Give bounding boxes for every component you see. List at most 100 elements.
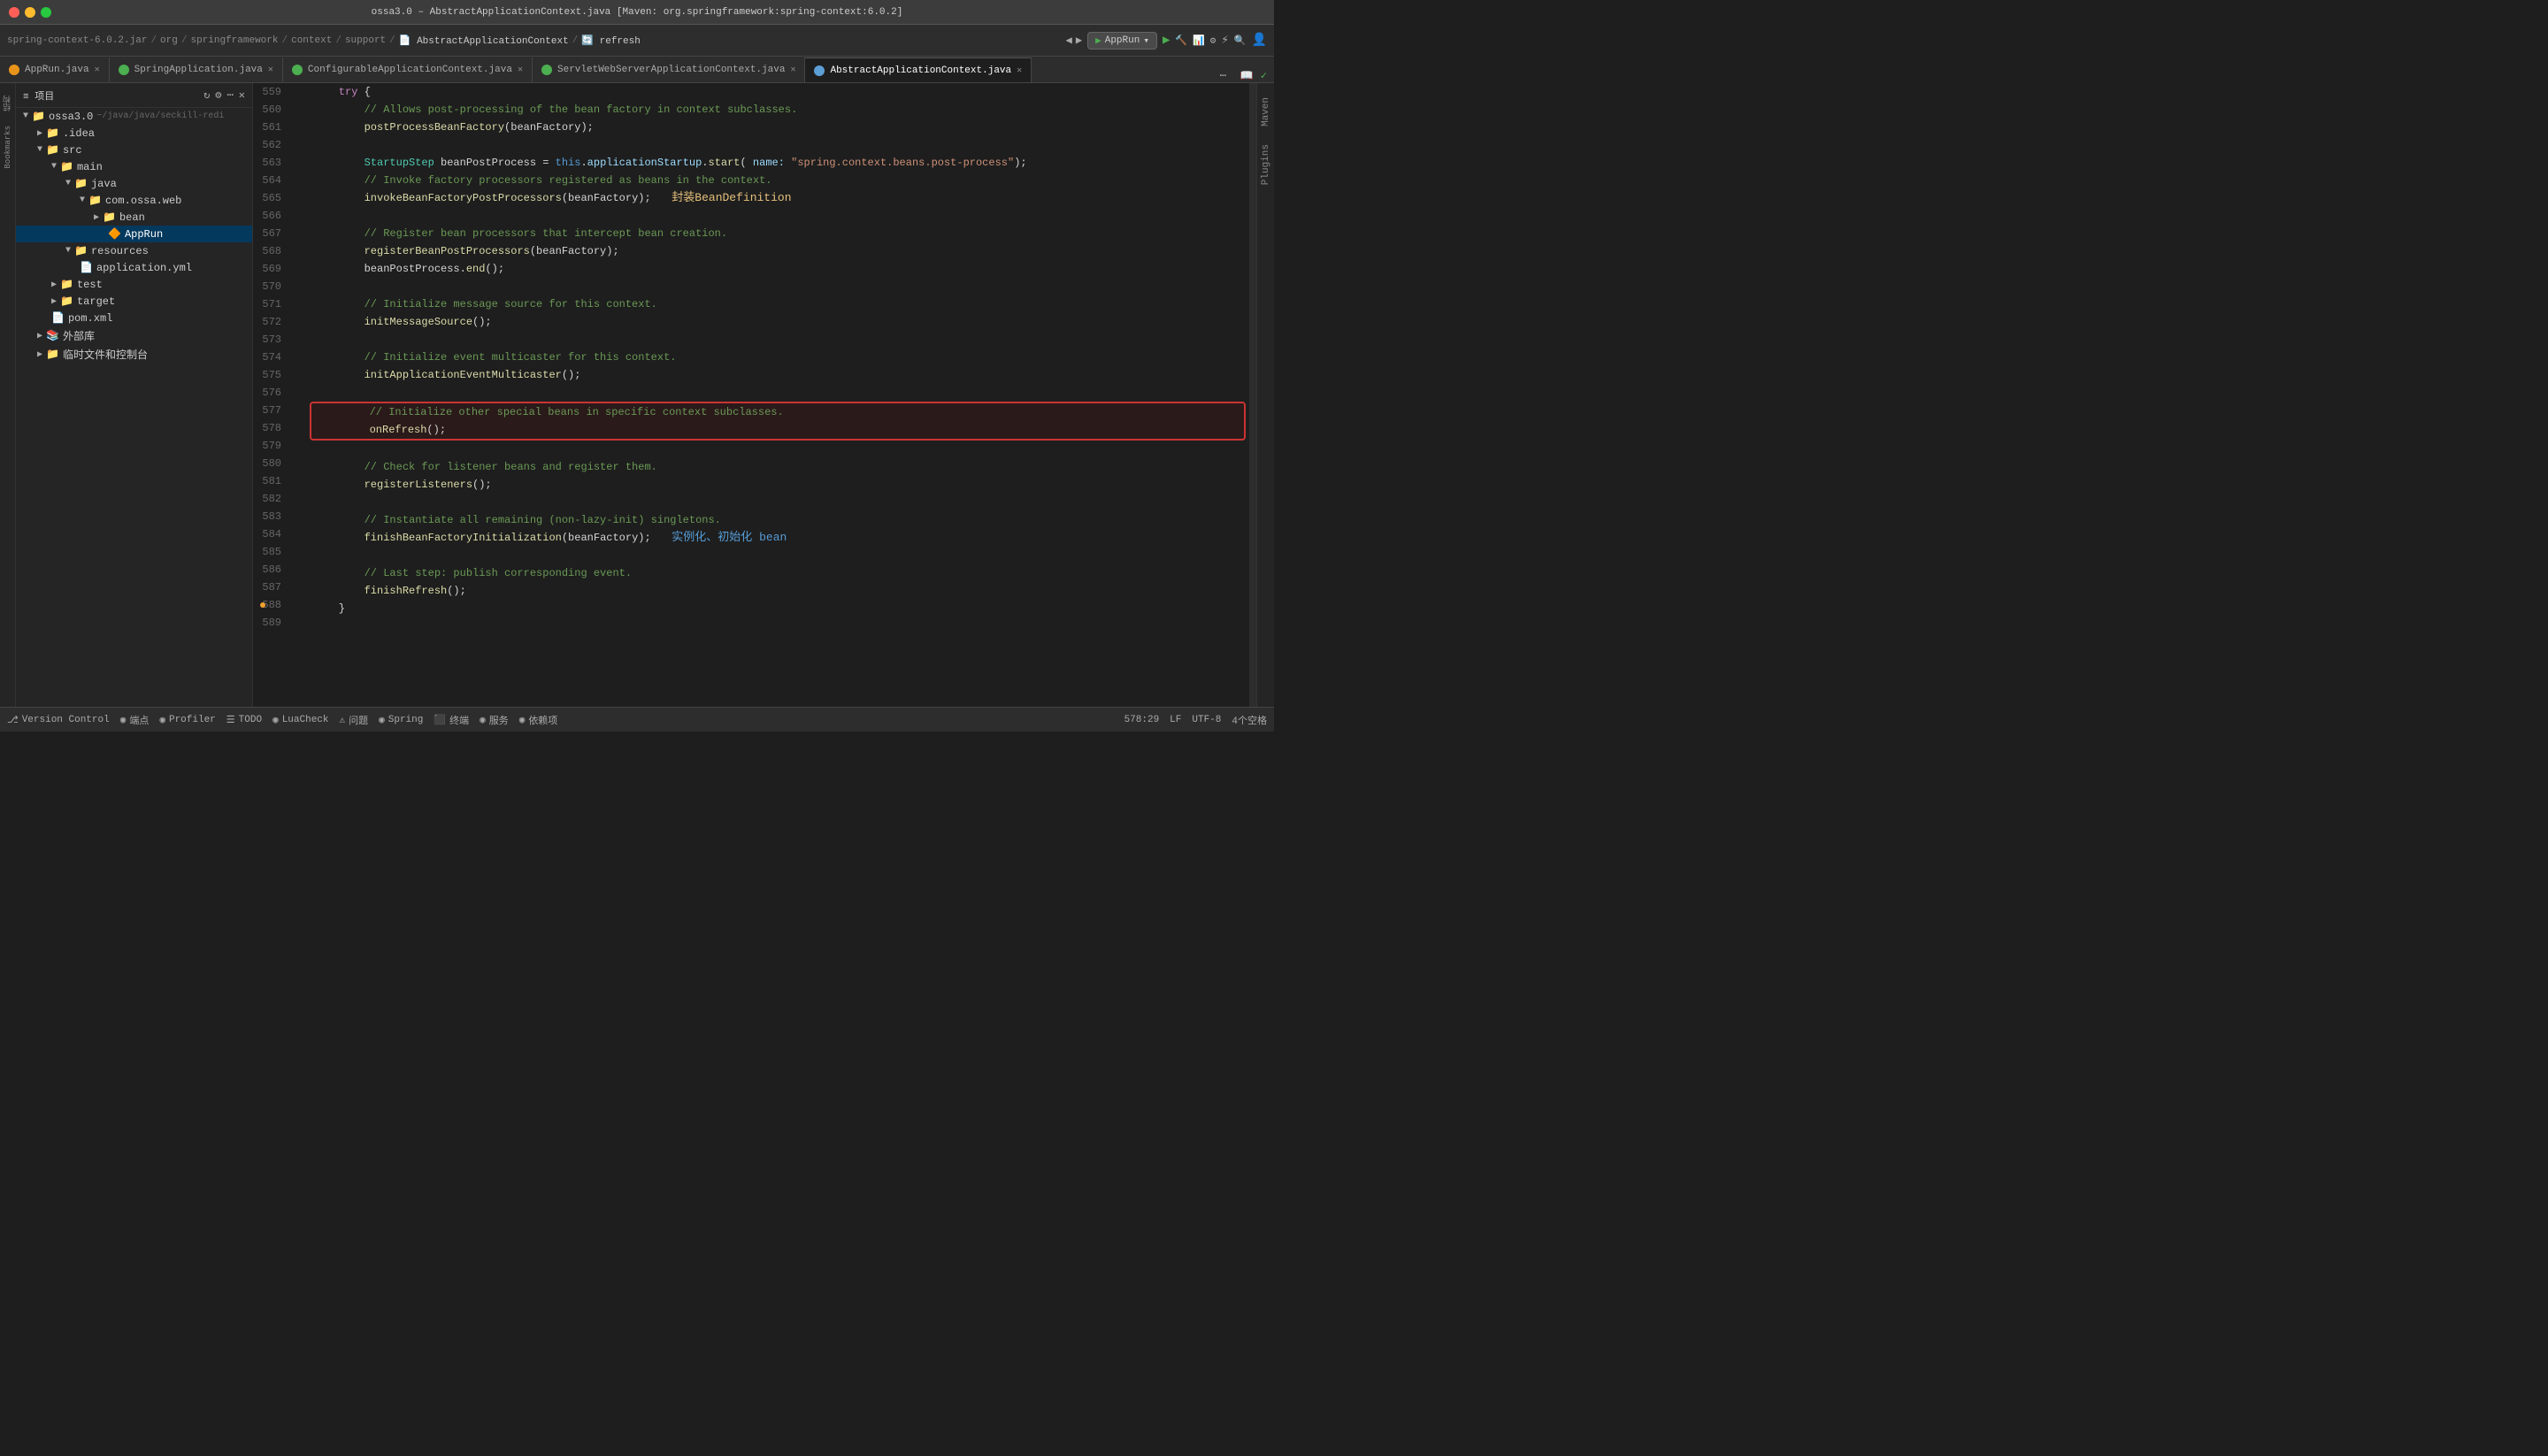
breadcrumb-jar[interactable]: spring-context-6.0.2.jar: [7, 35, 147, 46]
code-line-584: finishBeanFactoryInitialization(beanFact…: [306, 529, 1249, 547]
translate-button[interactable]: ⚡: [1221, 33, 1228, 48]
tree-yaml[interactable]: 📄 application.yml: [16, 259, 252, 276]
sidebar: ≡ 项目 ↻ ⚙ ⋯ ✕ ▼ 📁 ossa3.0 ~/java/java/sec…: [16, 83, 253, 707]
code-line-581: registerListeners();: [306, 476, 1249, 494]
breadcrumb-context[interactable]: context: [291, 35, 332, 46]
code-line-571: // Initialize message source for this co…: [306, 295, 1249, 313]
tab-icon-apprun: [9, 65, 19, 75]
ln-569: 569: [253, 260, 288, 278]
maven-label[interactable]: Maven: [1259, 90, 1273, 134]
tabs-overflow[interactable]: ⋯: [1213, 69, 1233, 82]
nav-arrows[interactable]: ◀ ▶: [1066, 34, 1082, 47]
tree-resources[interactable]: ▼ 📁 resources: [16, 242, 252, 259]
tab-configurable[interactable]: ConfigurableApplicationContext.java ✕: [283, 57, 533, 82]
sidebar-settings-icon[interactable]: ⚙: [215, 88, 221, 102]
version-control-item[interactable]: ⎇ Version Control: [7, 714, 110, 726]
right-panel: Maven Plugins: [1256, 83, 1274, 707]
user-icon[interactable]: 👤: [1252, 33, 1267, 48]
tree-apprun[interactable]: 🔶 AppRun: [16, 226, 252, 242]
tree-bean[interactable]: ▶ 📁 bean: [16, 209, 252, 226]
code-line-561: postProcessBeanFactory(beanFactory);: [306, 119, 1249, 136]
ln-582: 582: [253, 490, 288, 508]
tab-springapp[interactable]: SpringApplication.java ✕: [110, 57, 283, 82]
breadcrumb-method[interactable]: 🔄 refresh: [581, 34, 641, 47]
sidebar-sync-icon[interactable]: ↻: [203, 88, 210, 102]
tree-external-libs[interactable]: ▶ 📚 外部库: [16, 326, 252, 345]
deps-item[interactable]: ◉ 依赖项: [519, 713, 558, 727]
cursor-position: 578:29: [1124, 715, 1160, 725]
profile-button[interactable]: ⚙: [1210, 34, 1216, 47]
code-line-574: // Initialize event multicaster for this…: [306, 349, 1249, 366]
code-line-585: [306, 547, 1249, 564]
sidebar-more-icon[interactable]: ⋯: [227, 88, 234, 102]
tree-main-label: main: [77, 161, 103, 173]
tab-close-configurable[interactable]: ✕: [518, 65, 523, 75]
tree-java-label: java: [91, 178, 117, 190]
code-line-580: // Check for listener beans and register…: [306, 458, 1249, 476]
coverage-button[interactable]: 📊: [1193, 34, 1205, 47]
tree-target[interactable]: ▶ 📁 target: [16, 293, 252, 310]
services-item[interactable]: ◉ 服务: [480, 713, 509, 727]
tab-icon-springapp: [119, 65, 129, 75]
tree-resources-label: resources: [91, 245, 149, 257]
tab-abstract[interactable]: AbstractApplicationContext.java ✕: [805, 57, 1032, 82]
tree-java[interactable]: ▼ 📁 java: [16, 175, 252, 192]
breadcrumb-support[interactable]: support: [345, 35, 386, 46]
problems-item[interactable]: ⚠ 问题: [340, 713, 369, 727]
profiler-item[interactable]: ◉ Profiler: [159, 714, 215, 726]
tree-com-ossa[interactable]: ▼ 📁 com.ossa.web: [16, 192, 252, 209]
run-button[interactable]: ▶: [1163, 33, 1170, 48]
breadcrumb-class[interactable]: 📄 AbstractApplicationContext: [399, 34, 569, 47]
code-line-582: [306, 494, 1249, 511]
bookmarks-label[interactable]: Bookmarks: [2, 120, 14, 174]
todo-item[interactable]: ☰ TODO: [226, 714, 262, 726]
run-config-button[interactable]: ▶ AppRun ▾: [1087, 32, 1157, 50]
breadcrumb-org[interactable]: org: [160, 35, 178, 46]
structure-label[interactable]: 结构: [0, 90, 15, 117]
sidebar-close-icon[interactable]: ✕: [239, 88, 245, 102]
tab-close-apprun[interactable]: ✕: [95, 65, 100, 75]
code-line-560: // Allows post-processing of the bean fa…: [306, 101, 1249, 119]
minimize-button[interactable]: [25, 7, 35, 18]
bean-folder-icon: 📁: [103, 211, 116, 224]
maximize-button[interactable]: [41, 7, 51, 18]
tree-src[interactable]: ▼ 📁 src: [16, 142, 252, 158]
terminal-item[interactable]: ⬛ 终端: [434, 713, 469, 727]
tab-apprun[interactable]: AppRun.java ✕: [0, 57, 110, 82]
java-folder-icon: 📁: [74, 177, 88, 190]
tab-close-servlet[interactable]: ✕: [790, 65, 795, 75]
tree-idea[interactable]: ▶ 📁 .idea: [16, 125, 252, 142]
checkmark-icon[interactable]: ✓: [1261, 69, 1267, 82]
breadcrumb-springframework[interactable]: springframework: [190, 35, 278, 46]
spring-item[interactable]: ◉ Spring: [379, 714, 423, 726]
plugins-label[interactable]: Plugins: [1259, 137, 1273, 192]
top-toolbar: spring-context-6.0.2.jar / org / springf…: [0, 25, 1274, 57]
tree-main[interactable]: ▼ 📁 main: [16, 158, 252, 175]
tab-label-servlet: ServletWebServerApplicationContext.java: [557, 65, 785, 75]
code-scroll[interactable]: try { // Allows post-processing of the b…: [306, 83, 1249, 707]
nav-back[interactable]: ◀: [1066, 34, 1072, 47]
tab-servlet[interactable]: ServletWebServerApplicationContext.java …: [533, 57, 805, 82]
services-icon: ◉: [480, 714, 486, 726]
close-button[interactable]: [9, 7, 19, 18]
tree-pom[interactable]: 📄 pom.xml: [16, 310, 252, 326]
tab-close-abstract[interactable]: ✕: [1017, 65, 1022, 76]
tree-project-root[interactable]: ▼ 📁 ossa3.0 ~/java/java/seckill-redi: [16, 108, 252, 125]
profiler-icon: ◉: [159, 714, 165, 726]
tree-apprun-label: AppRun: [125, 228, 163, 241]
com-ossa-folder-icon: 📁: [88, 194, 102, 207]
bookmark-icon[interactable]: 📖: [1240, 69, 1254, 82]
luacheck-item[interactable]: ◉ LuaCheck: [272, 714, 328, 726]
tree-test[interactable]: ▶ 📁 test: [16, 276, 252, 293]
deps-icon: ◉: [519, 714, 526, 726]
run-dropdown-icon[interactable]: ▾: [1143, 34, 1149, 47]
window-controls[interactable]: [9, 7, 51, 18]
vertical-scrollbar[interactable]: [1249, 83, 1256, 707]
endpoint-item[interactable]: ◉ 端点: [120, 713, 150, 727]
tab-close-springapp[interactable]: ✕: [268, 65, 273, 75]
tree-temp-files[interactable]: ▶ 📁 临时文件和控制台: [16, 345, 252, 364]
build-button[interactable]: 🔨: [1175, 34, 1187, 47]
ln-589: 589: [253, 614, 288, 632]
search-button[interactable]: 🔍: [1234, 34, 1247, 47]
nav-forward[interactable]: ▶: [1076, 34, 1082, 47]
